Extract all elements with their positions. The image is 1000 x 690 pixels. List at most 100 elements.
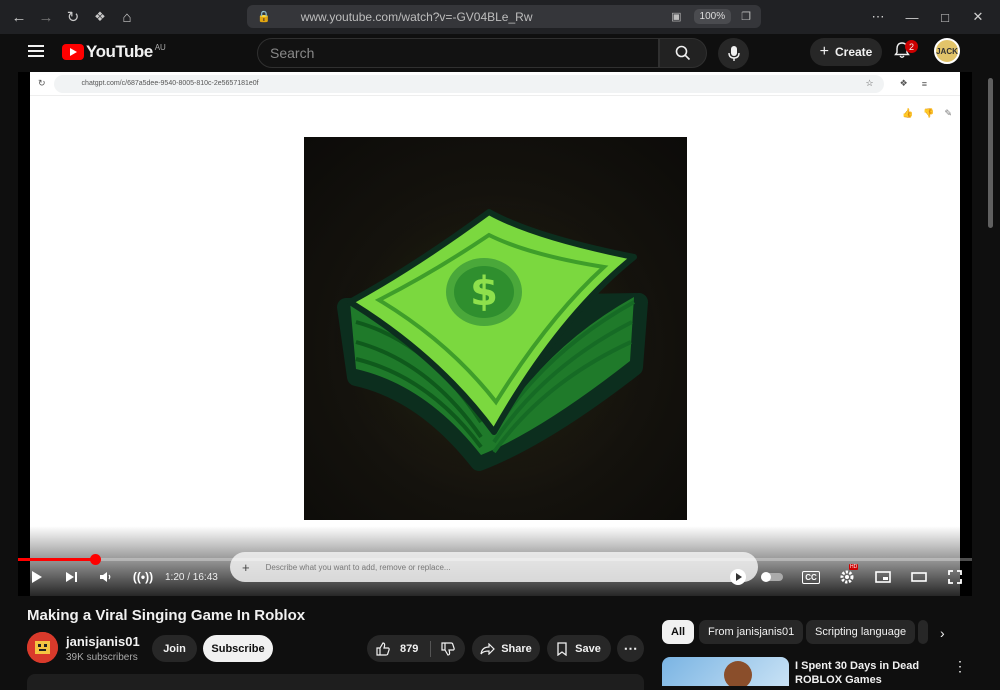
progress-played xyxy=(18,558,95,561)
minimize-icon[interactable]: — xyxy=(895,0,929,34)
forward-icon[interactable]: → xyxy=(32,3,60,31)
money-stack-image: $ xyxy=(304,137,687,520)
url-text: www.youtube.com/watch?v=-GV04BLe_Rw xyxy=(300,9,533,24)
gear-icon xyxy=(840,570,854,584)
hd-badge: HD xyxy=(849,564,859,570)
miniplayer-button[interactable] xyxy=(874,568,892,586)
plus-icon: + xyxy=(819,43,829,60)
more-actions-button[interactable]: ⋯ xyxy=(617,635,644,662)
progress-bar[interactable] xyxy=(18,554,972,565)
subscribe-label: Subscribe xyxy=(211,642,265,655)
chevron-right-icon[interactable]: › xyxy=(940,625,945,641)
create-label: Create xyxy=(834,45,873,59)
video-details: Making a Viral Singing Game In Roblox ja… xyxy=(0,596,1000,690)
channel-name[interactable]: janisjanis01 xyxy=(66,634,140,649)
autoplay-toggle[interactable] xyxy=(760,568,784,586)
autoplay-play-icon[interactable] xyxy=(728,568,748,586)
address-bar[interactable]: 🔒 www.youtube.com/watch?v=-GV04BLe_Rw ▣ … xyxy=(247,5,761,28)
join-button[interactable]: Join xyxy=(152,635,197,662)
voice-search-button[interactable] xyxy=(718,38,749,69)
close-icon[interactable]: ✕ xyxy=(961,0,995,34)
inner-url-bar: chatgpt.com/c/687a5dee-9540-8005-810c-2e… xyxy=(53,74,884,93)
play-icon xyxy=(32,571,42,583)
star-icon: ☆ xyxy=(865,78,874,88)
picture-icon[interactable]: ▣ xyxy=(671,10,681,23)
search-button[interactable] xyxy=(659,38,707,68)
share-button[interactable]: Share xyxy=(472,635,540,662)
dislike-button[interactable] xyxy=(431,641,456,656)
back-icon[interactable]: ← xyxy=(5,3,33,31)
subscribe-button[interactable]: Subscribe xyxy=(203,635,273,662)
share-label: Share xyxy=(501,642,532,655)
miniplayer-icon xyxy=(875,571,891,583)
more-options-icon[interactable]: ⋯ xyxy=(861,0,895,34)
save-label: Save xyxy=(575,642,601,655)
create-button[interactable]: + Create xyxy=(810,38,882,66)
play-logo-icon xyxy=(62,44,84,60)
like-count: 879 xyxy=(400,642,419,655)
inner-prompt-bar: + Describe what you want to add, remove … xyxy=(230,552,758,582)
like-button[interactable]: 879 xyxy=(367,635,418,662)
notification-count-badge: 2 xyxy=(905,40,918,53)
captions-icon: CC xyxy=(802,570,820,584)
thumbs-down-icon xyxy=(441,641,456,656)
video-player[interactable]: ↻ chatgpt.com/c/687a5dee-9540-8005-810c-… xyxy=(18,72,972,596)
recommendation-thumbnail[interactable] xyxy=(662,657,789,686)
chip-scripting-language[interactable]: Scripting language xyxy=(806,620,916,644)
live-sound-button[interactable]: ((•)) xyxy=(130,568,156,586)
collections-icon[interactable]: ❐ xyxy=(741,10,751,23)
youtube-logo[interactable]: YouTube AU xyxy=(62,42,166,62)
play-button[interactable] xyxy=(28,568,46,586)
captions-button[interactable]: CC xyxy=(802,568,820,586)
volume-icon xyxy=(99,572,110,582)
region-label: AU xyxy=(154,42,166,52)
scrollbar-thumb[interactable] xyxy=(988,78,993,228)
inner-prompt-placeholder: Describe what you want to add, remove or… xyxy=(265,562,451,572)
chip-from-channel[interactable]: From janisjanis01 xyxy=(699,620,804,644)
search-input[interactable]: Search xyxy=(257,38,659,68)
svg-text:$: $ xyxy=(470,269,498,315)
inner-action-icons: 👍 👎 ✎ xyxy=(902,108,952,119)
search-placeholder: Search xyxy=(270,45,315,61)
recommendation-menu-icon[interactable]: ⋮ xyxy=(953,658,967,675)
chip-all[interactable]: All xyxy=(662,620,695,644)
fullscreen-icon xyxy=(948,570,962,584)
theater-mode-button[interactable] xyxy=(910,568,928,586)
inner-plus-icon: + xyxy=(242,559,250,575)
next-button[interactable] xyxy=(62,568,80,586)
puzzle-icon[interactable]: ❖ xyxy=(86,3,114,31)
time-display: 1:20 / 16:43 xyxy=(165,572,218,583)
share-icon xyxy=(480,642,496,655)
bookmark-icon xyxy=(557,641,567,656)
channel-avatar[interactable] xyxy=(27,632,58,663)
video-title: Making a Viral Singing Game In Roblox xyxy=(27,607,306,624)
next-icon xyxy=(65,572,77,582)
video-frame: ↻ chatgpt.com/c/687a5dee-9540-8005-810c-… xyxy=(30,72,960,596)
subscriber-count: 39K subscribers xyxy=(66,652,138,663)
join-label: Join xyxy=(163,642,186,655)
chip-more[interactable] xyxy=(918,620,928,644)
fullscreen-button[interactable] xyxy=(946,568,964,586)
reload-icon[interactable]: ↻ xyxy=(59,3,87,31)
maximize-icon[interactable]: □ xyxy=(928,0,962,34)
save-button[interactable]: Save xyxy=(547,635,611,662)
logo-text: YouTube xyxy=(86,42,153,61)
search-icon xyxy=(675,45,691,61)
inner-menu-icon: ≡ xyxy=(921,78,927,89)
volume-button[interactable] xyxy=(96,568,114,586)
home-icon[interactable]: ⌂ xyxy=(113,3,141,31)
like-dislike-group: 879 xyxy=(367,635,465,662)
youtube-header: YouTube AU Search + Create 2 JACK xyxy=(0,34,1000,72)
settings-button[interactable]: HD xyxy=(838,564,859,586)
theater-icon xyxy=(911,572,927,582)
recommendation-title[interactable]: I Spent 30 Days in Dead ROBLOX Games xyxy=(795,659,945,686)
thumbs-up-icon xyxy=(376,641,390,656)
edit-icon: ✎ xyxy=(944,108,952,118)
account-avatar[interactable]: JACK xyxy=(934,38,960,64)
zoom-indicator[interactable]: 100% xyxy=(693,9,732,24)
scrubber-handle[interactable] xyxy=(89,554,101,565)
menu-icon[interactable] xyxy=(28,45,44,57)
thumbs-up-icon: 👍 xyxy=(902,108,914,118)
description-box[interactable] xyxy=(27,674,644,690)
browser-toolbar: ← → ↻ ❖ ⌂ 🔒 www.youtube.com/watch?v=-GV0… xyxy=(0,0,1000,34)
